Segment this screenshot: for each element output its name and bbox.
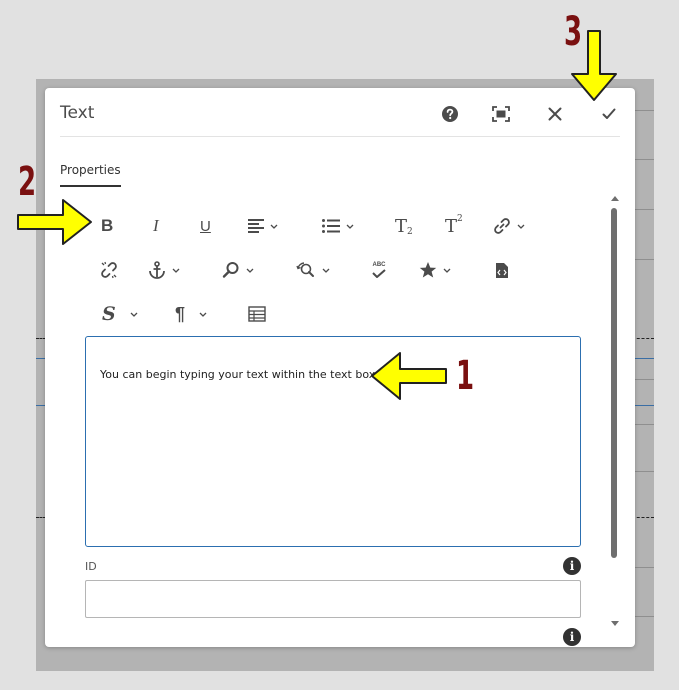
background-dashed-line — [632, 517, 654, 518]
find-replace-icon — [296, 262, 314, 277]
chevron-down-icon — [246, 268, 254, 273]
scroll-up-arrow-icon[interactable] — [610, 193, 620, 203]
find-replace-dropdown[interactable] — [296, 256, 330, 284]
subscript-mark: 2 — [407, 227, 413, 237]
background-line — [632, 259, 654, 260]
superscript-mark: 2 — [457, 214, 463, 224]
text-dialog: Text Properties B I U T 2 T 2 ABC S ¶ Yo… — [45, 88, 635, 647]
annotation-number-2: 2 — [18, 159, 37, 205]
bullet-list-icon — [322, 219, 340, 233]
unlink-button[interactable] — [100, 256, 118, 284]
annotation-arrow-left-icon — [371, 352, 447, 400]
spellcheck-label: ABC — [372, 262, 386, 268]
unlink-icon — [101, 261, 117, 279]
chevron-down-icon — [322, 268, 330, 273]
list-dropdown[interactable] — [322, 212, 354, 240]
background-line — [632, 616, 654, 617]
chevron-down-icon — [130, 312, 138, 317]
fullscreen-button[interactable] — [487, 100, 515, 128]
background-line — [632, 110, 654, 111]
spellcheck-button[interactable]: ABC — [371, 256, 387, 284]
styles-icon: S — [102, 303, 116, 325]
table-icon — [248, 306, 266, 322]
table-button[interactable] — [248, 300, 266, 328]
checkmark-icon — [602, 108, 616, 119]
background-blue-line — [632, 358, 654, 359]
spellcheck-icon — [372, 269, 386, 278]
bold-button[interactable]: B — [101, 212, 113, 240]
paragraph-format-dropdown[interactable]: ¶ — [175, 300, 207, 328]
italic-button[interactable]: I — [153, 212, 159, 240]
italic-label: I — [153, 216, 159, 235]
anchor-dropdown[interactable] — [148, 256, 180, 284]
chevron-down-icon — [270, 224, 278, 229]
annotation-number-1: 1 — [456, 353, 475, 399]
source-code-icon — [496, 262, 508, 278]
background-dashed-line — [632, 338, 654, 339]
screen: Text Properties B I U T 2 T 2 ABC S ¶ Yo… — [0, 0, 679, 690]
background-line — [632, 424, 654, 425]
annotation-arrow-right-icon — [17, 199, 92, 245]
background-line — [632, 379, 654, 380]
bold-label: B — [101, 216, 114, 235]
background-line — [632, 159, 654, 160]
id-label: ID — [85, 560, 97, 573]
scroll-down-arrow-icon[interactable] — [610, 618, 620, 628]
subscript-icon: T — [395, 215, 408, 237]
special-characters-dropdown[interactable] — [419, 256, 451, 284]
dialog-title: Text — [60, 103, 95, 123]
chevron-down-icon — [443, 268, 451, 273]
chevron-down-icon — [517, 224, 525, 229]
search-icon — [222, 262, 239, 278]
background-line — [632, 209, 654, 210]
scrollbar-thumb[interactable] — [611, 208, 617, 558]
source-edit-button[interactable] — [495, 256, 509, 284]
link-dropdown[interactable] — [493, 212, 525, 240]
styles-dropdown[interactable]: S — [102, 300, 138, 328]
underline-button[interactable]: U — [200, 212, 211, 240]
editor-content[interactable]: You can begin typing your text within th… — [100, 368, 386, 381]
chevron-down-icon — [199, 312, 207, 317]
annotation-arrow-down-icon — [571, 30, 617, 101]
superscript-icon: T — [445, 215, 458, 237]
close-button[interactable] — [541, 100, 569, 128]
info-icon[interactable]: i — [563, 557, 581, 575]
id-input[interactable] — [85, 580, 581, 618]
chevron-down-icon — [172, 268, 180, 273]
rich-text-editor[interactable]: You can begin typing your text within th… — [85, 336, 581, 547]
align-dropdown[interactable] — [248, 212, 278, 240]
chevron-down-icon — [346, 224, 354, 229]
help-icon — [442, 106, 458, 122]
align-left-icon — [248, 219, 264, 233]
background-blue-line — [632, 405, 654, 406]
tab-properties[interactable]: Properties — [60, 163, 121, 187]
scrollbar[interactable] — [610, 193, 620, 628]
find-dropdown[interactable] — [222, 256, 254, 284]
subscript-button[interactable]: T2 — [395, 212, 413, 240]
link-icon — [494, 218, 510, 234]
help-button[interactable] — [436, 100, 464, 128]
background-line — [632, 567, 654, 568]
close-icon — [548, 107, 562, 121]
superscript-button[interactable]: T2 — [445, 212, 463, 240]
done-button[interactable] — [595, 100, 623, 128]
fullscreen-icon — [492, 106, 510, 122]
star-icon — [419, 262, 437, 278]
info-icon[interactable]: i — [563, 628, 581, 646]
dialog-header: Text — [60, 88, 620, 137]
underline-label: U — [200, 217, 211, 235]
background-line — [632, 471, 654, 472]
anchor-icon — [149, 261, 165, 279]
paragraph-icon: ¶ — [175, 303, 186, 324]
